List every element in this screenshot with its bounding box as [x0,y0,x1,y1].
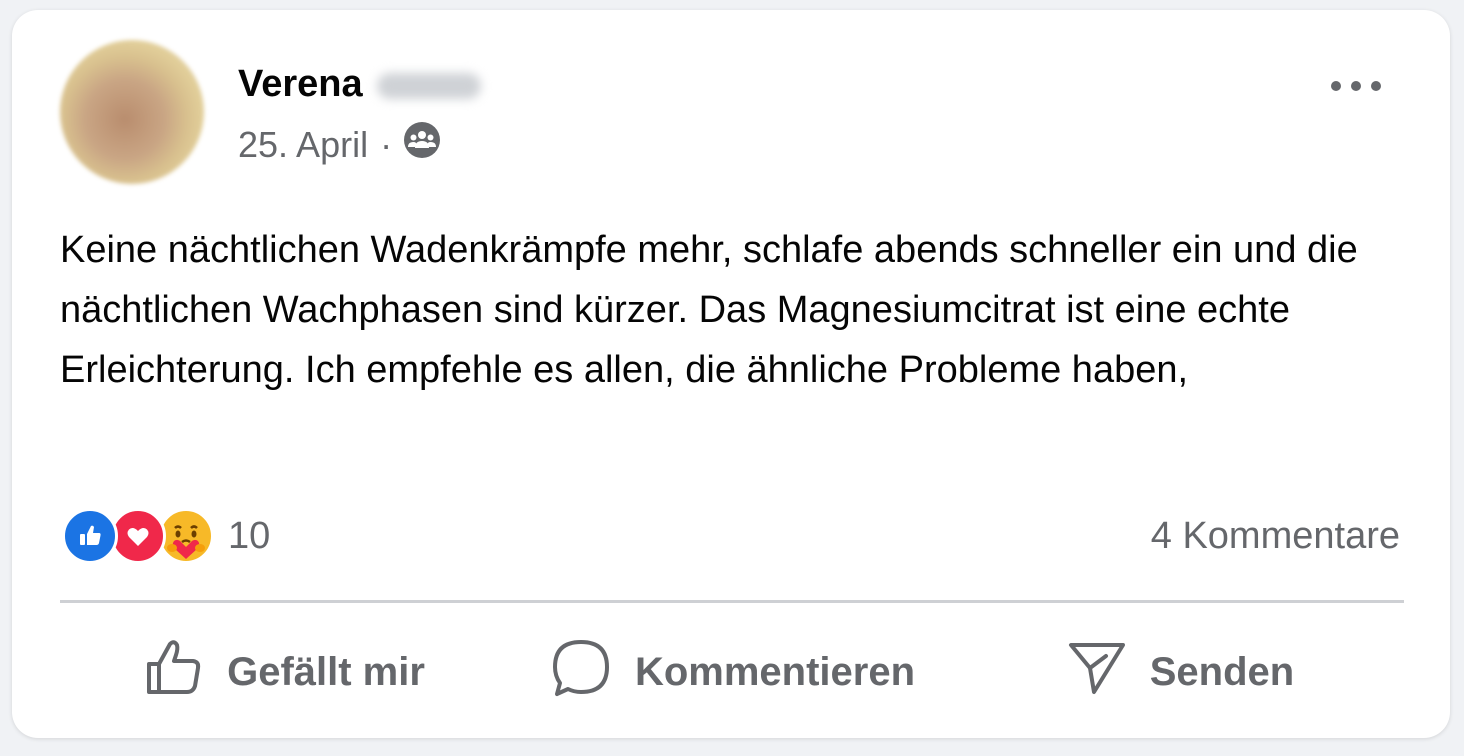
thumbs-up-icon [143,636,227,708]
action-bar: Gefällt mir Kommentieren Senden [60,624,1404,720]
like-reaction-icon [62,508,118,564]
post-meta: 25. April · [238,120,442,170]
post-date[interactable]: 25. April [238,123,368,167]
post-text: Keine nächtlichen Wadenkrämpfe mehr, sch… [60,229,1358,391]
author-name[interactable]: Verena [238,62,481,106]
meta-separator: · [380,124,393,165]
care-reaction-icon [158,508,214,564]
author-first-name[interactable]: Verena [238,63,363,105]
comment-bubble-icon [549,636,635,708]
post-card: Verena 25. April · Keine nächtlichen Wad… [12,10,1450,738]
reactions-summary[interactable]: 10 [62,506,270,566]
group-icon [402,120,442,170]
comments-count-link[interactable]: 4 Kommentare [1151,512,1400,560]
avatar[interactable] [60,40,204,184]
comment-button[interactable]: Kommentieren [508,624,956,720]
send-button[interactable]: Senden [956,624,1404,720]
send-button-label: Senden [1149,649,1295,694]
divider [60,600,1404,603]
love-reaction-icon [110,508,166,564]
more-icon [1330,79,1382,97]
like-button[interactable]: Gefällt mir [60,624,508,720]
blurred-surname [376,72,481,99]
send-icon [1066,636,1150,708]
like-button-label: Gefällt mir [227,649,425,694]
comment-button-label: Kommentieren [634,649,916,694]
more-options-button[interactable] [1324,68,1388,108]
reaction-count[interactable]: 10 [228,515,270,558]
